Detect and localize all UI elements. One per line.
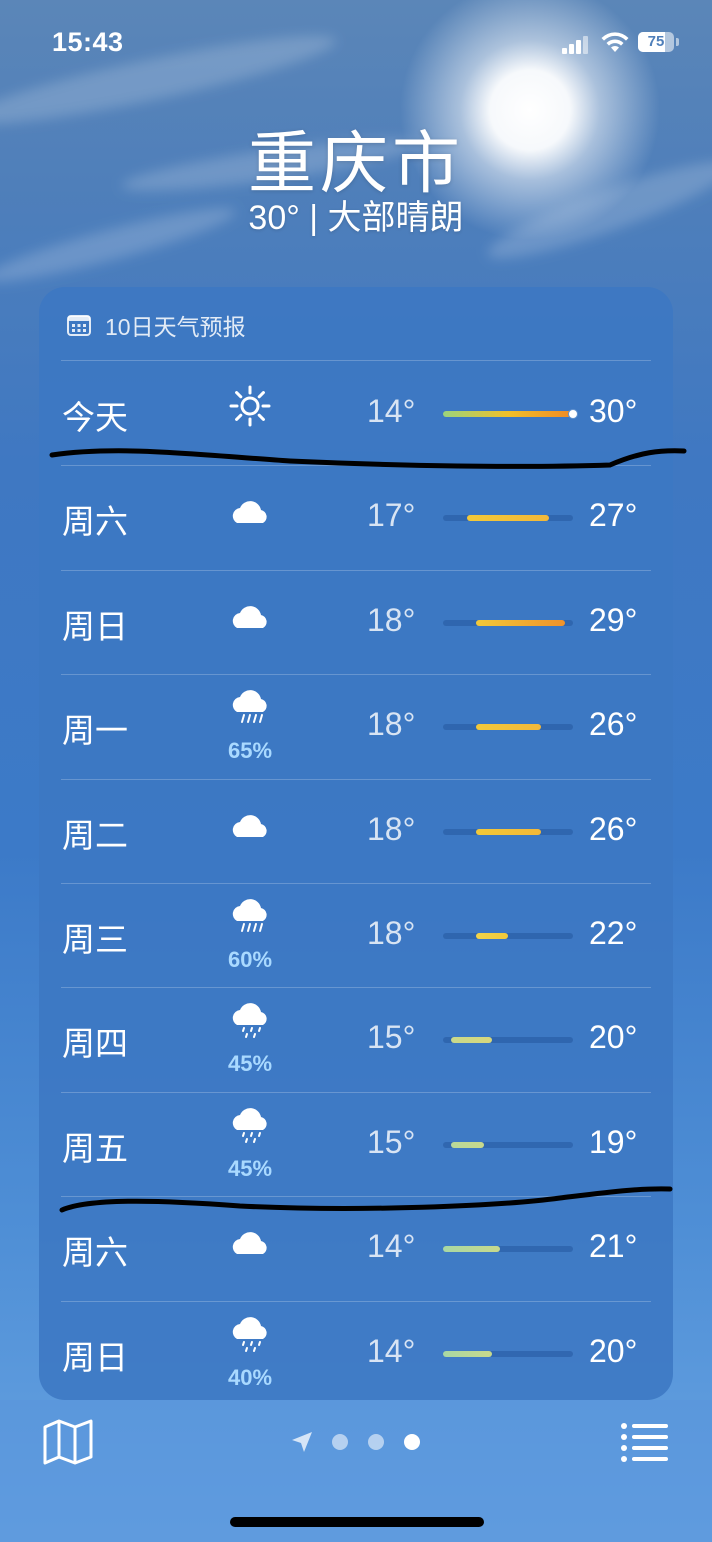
forecast-row[interactable]: 周二 18° 26° [39,779,673,883]
drizzle-cloud-icon [225,1309,275,1359]
temperature-range-track [443,619,573,626]
page-indicator-dot[interactable] [332,1434,348,1450]
sun-icon [225,381,275,431]
precipitation-chance: 45% [227,1051,273,1077]
high-temperature: 20° [589,1332,638,1369]
precipitation-chance: 45% [227,1155,273,1181]
temperature-range-track [443,1350,573,1357]
battery-tip [676,38,679,46]
high-temperature: 27° [589,497,638,534]
forecast-day: 周二 [62,816,128,854]
temperature-range-track [443,1246,573,1253]
bottom-toolbar [0,1400,712,1542]
forecast-row[interactable]: 周日 18° 29° [39,570,673,674]
forecast-header: 10日天气预报 [67,309,246,341]
forecast-day: 周四 [62,1025,128,1063]
current-location-icon[interactable] [290,1430,314,1454]
drizzle-cloud-icon [225,995,275,1045]
forecast-row[interactable]: 周三 60% 18° 22° [39,883,673,987]
precipitation-chance: 60% [227,947,273,972]
cloud-icon [225,1216,275,1266]
high-temperature: 26° [589,706,638,743]
low-temperature: 18° [367,810,416,847]
forecast-row[interactable]: 周日 40% 14° 20° [39,1301,673,1400]
temperature-range-track [443,515,573,522]
cloud-icon [225,590,275,640]
high-temperature: 26° [589,810,638,847]
battery-icon: 75 [638,32,674,52]
precipitation-chance: 65% [227,738,273,764]
map-icon[interactable] [42,1419,94,1465]
rain-cloud-icon [225,682,275,732]
low-temperature: 18° [367,601,416,638]
forecast-day: 周六 [62,1234,128,1272]
high-temperature: 21° [589,1228,638,1265]
forecast-day: 周日 [62,1338,128,1376]
ten-day-forecast-card[interactable]: 10日天气预报 今天 14° 30° 周六 17° 27° 周日 18° 29° [39,287,673,1400]
temperature-range-track [443,1037,573,1044]
temperature-range-bar [475,724,541,731]
rain-cloud-icon [225,891,275,941]
home-indicator [230,1517,484,1527]
forecast-row[interactable]: 周五 45% 15° 19° [39,1092,673,1196]
forecast-title: 10日天气预报 [105,314,246,340]
high-temperature: 20° [589,1019,638,1056]
current-temperature-dot [568,409,578,419]
precipitation-chance: 40% [227,1364,273,1390]
low-temperature: 14° [367,393,416,429]
page-indicator-dot[interactable] [368,1434,384,1450]
low-temperature: 14° [367,1228,416,1265]
temperature-range-track [443,828,573,835]
calendar-icon [67,315,91,336]
temperature-range-bar [443,411,573,417]
forecast-day: 周一 [62,712,128,750]
temperature-range-track [443,724,573,731]
temperature-range-bar [475,828,541,835]
forecast-row[interactable]: 周四 45% 15° 20° [39,987,673,1091]
temperature-range-bar [451,1141,484,1148]
current-summary: 30° | 大部晴朗 [248,199,464,237]
low-temperature: 14° [367,1332,416,1369]
temperature-range-track [443,1141,573,1148]
temperature-range-track [443,933,573,939]
low-temperature: 18° [367,706,416,743]
forecast-day: 周日 [62,607,128,645]
forecast-row[interactable]: 周一 65% 18° 26° [39,674,673,778]
status-bar: 15:43 75 [0,0,712,90]
high-temperature: 29° [589,601,638,638]
drizzle-cloud-icon [225,1100,275,1150]
forecast-day: 周五 [62,1129,128,1167]
page-indicator-dot[interactable] [404,1434,420,1450]
high-temperature: 19° [589,1123,638,1160]
cellular-signal-icon [562,36,590,54]
low-temperature: 17° [367,497,416,534]
temperature-range-bar [451,1037,492,1044]
cloud-icon [225,799,275,849]
status-time: 15:43 [52,27,124,57]
low-temperature: 15° [367,1123,416,1160]
temperature-range-track [443,409,578,419]
wifi-icon [601,32,629,52]
forecast-day: 今天 [62,399,128,436]
high-temperature: 30° [589,393,638,429]
temperature-range-bar [475,619,565,626]
cloud-icon [225,485,275,535]
forecast-day: 周三 [62,921,128,958]
city-list-icon[interactable] [620,1422,670,1462]
temperature-range-bar [443,1246,500,1253]
forecast-row[interactable]: 周六 17° 27° [39,465,673,569]
forecast-row[interactable]: 今天 14° 30° [39,361,673,465]
low-temperature: 18° [367,915,416,951]
forecast-row[interactable]: 周六 14° 21° [39,1196,673,1300]
high-temperature: 22° [589,915,638,951]
low-temperature: 15° [367,1019,416,1056]
temperature-range-bar [467,515,549,522]
battery-level: 75 [647,33,665,50]
temperature-range-bar [475,933,508,939]
temperature-range-bar [443,1350,492,1357]
forecast-day: 周六 [62,503,128,541]
